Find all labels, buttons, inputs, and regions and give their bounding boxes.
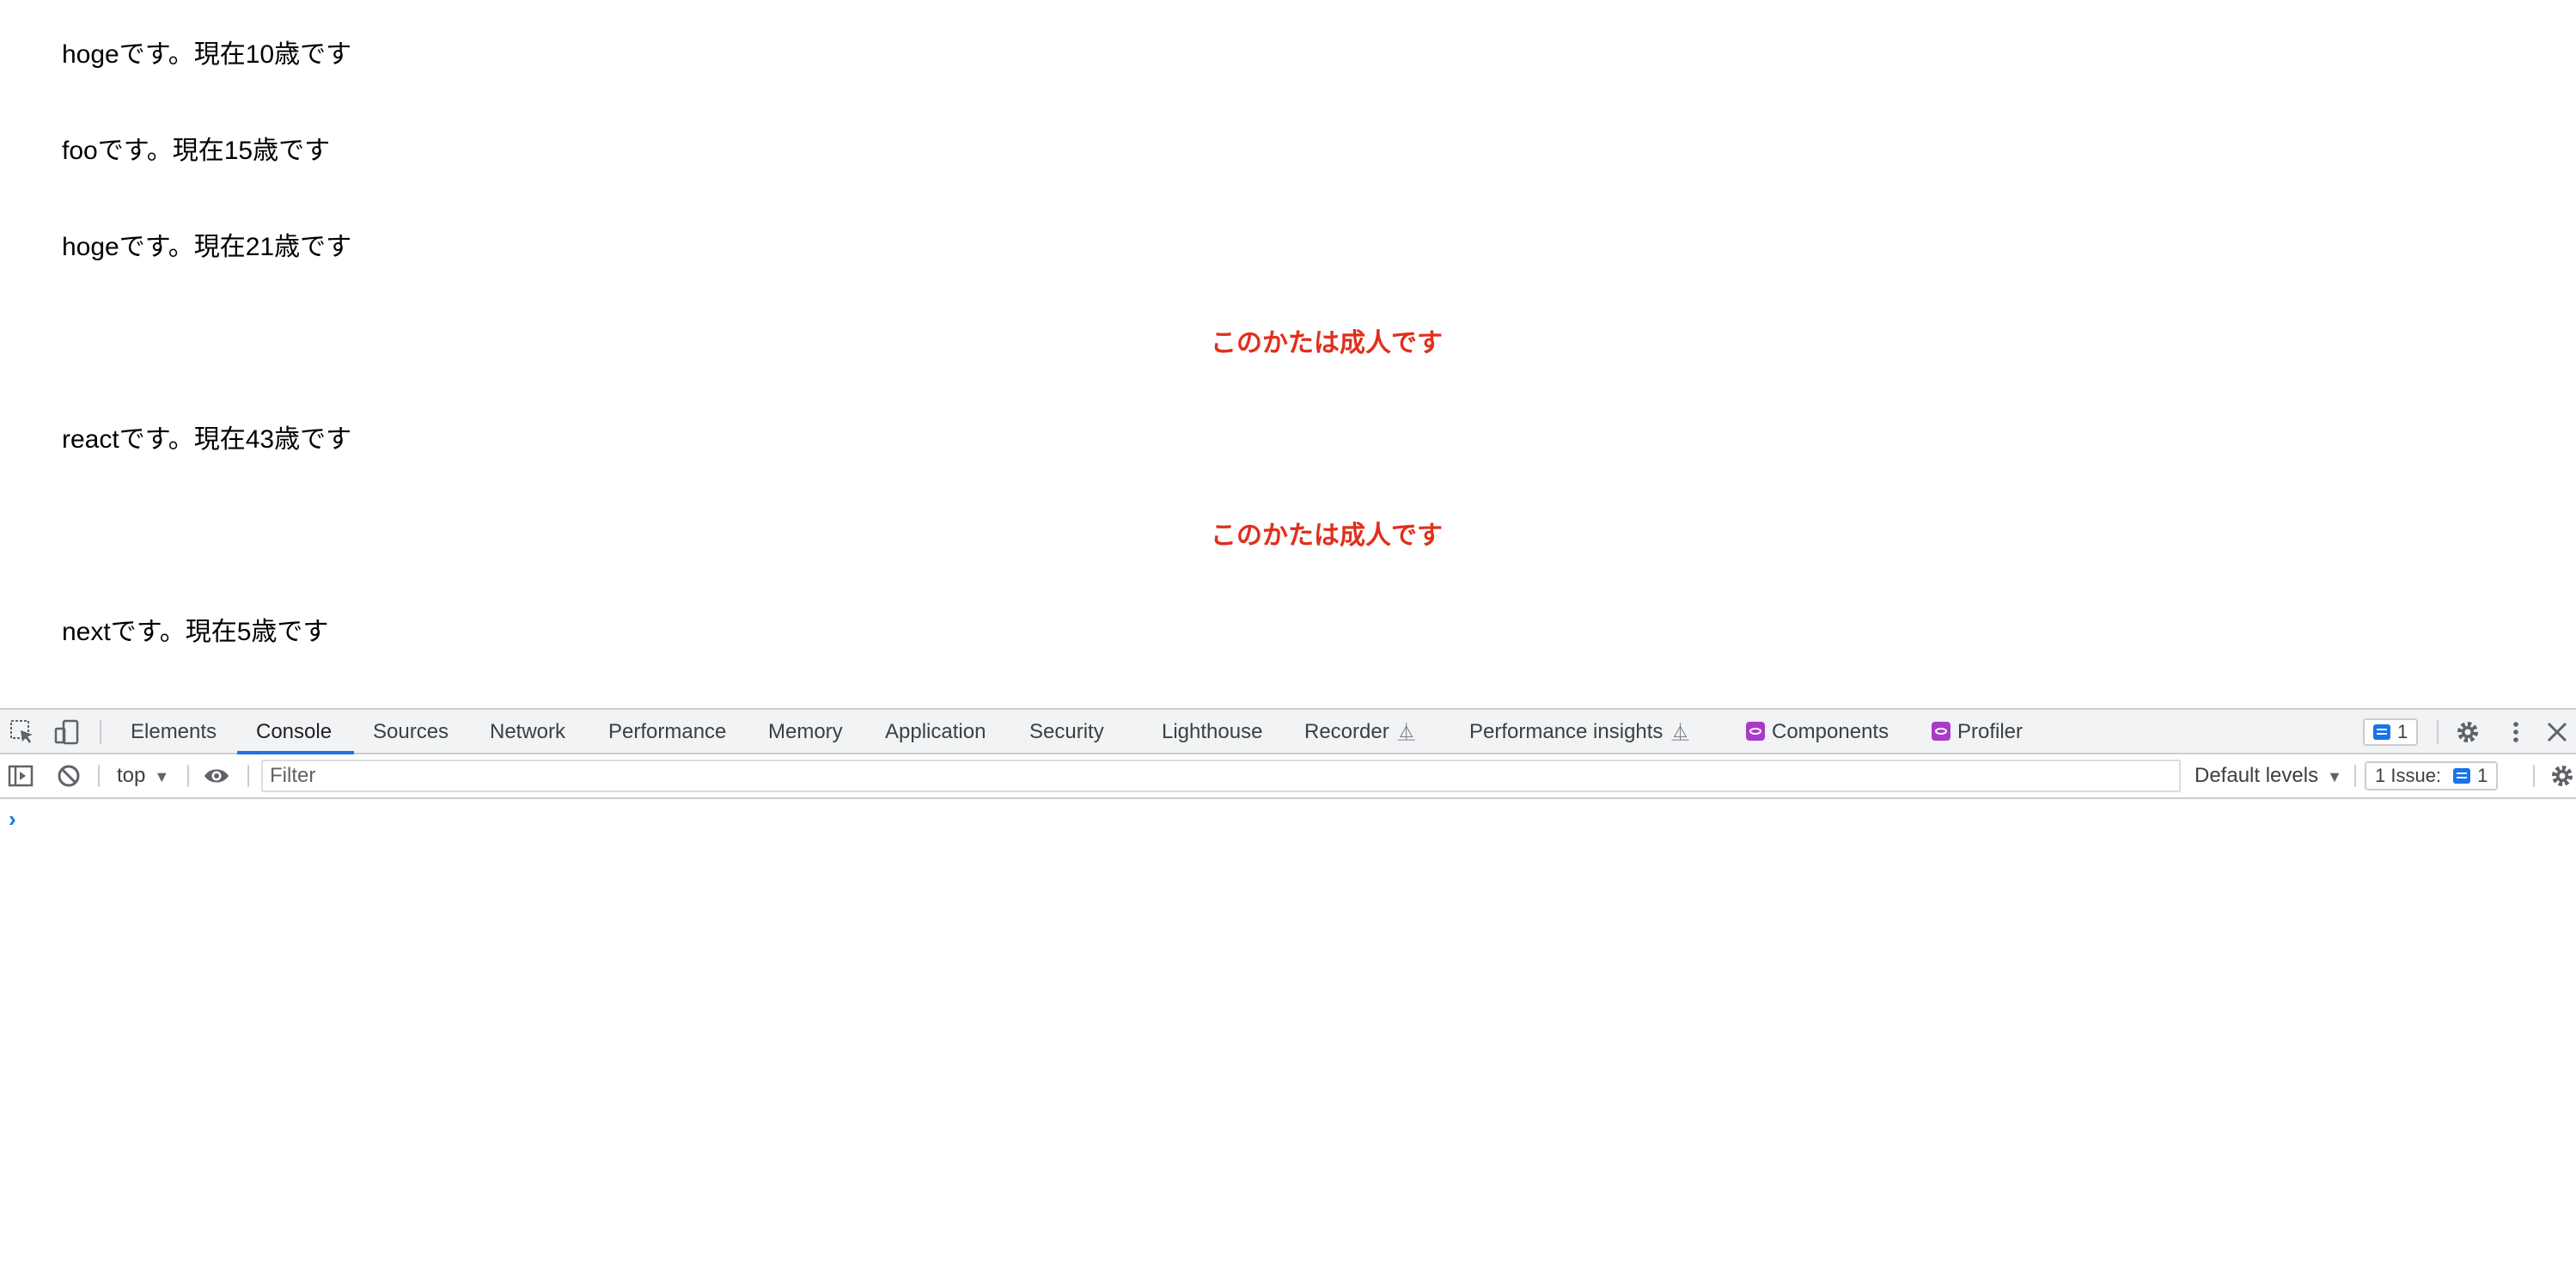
react-icon bbox=[1746, 722, 1765, 741]
device-toolbar-icon[interactable] bbox=[53, 718, 81, 746]
clear-console-icon[interactable] bbox=[55, 762, 82, 790]
issues-button[interactable]: 1 Issue: 1 bbox=[2365, 761, 2499, 791]
separator bbox=[2437, 720, 2439, 744]
tab-elements[interactable]: Elements bbox=[131, 710, 217, 754]
issues-label: 1 Issue: bbox=[2375, 765, 2442, 786]
experimental-flask-icon: ⏅ bbox=[1397, 723, 1415, 742]
separator bbox=[98, 765, 100, 787]
close-icon[interactable] bbox=[2543, 718, 2571, 746]
tab-performance-insights[interactable]: Performance insights ⏅ bbox=[1469, 710, 1688, 754]
sidebar-toggle-icon[interactable] bbox=[7, 762, 34, 790]
tab-components-label: Components bbox=[1772, 720, 1889, 743]
separator bbox=[187, 765, 189, 787]
log-levels-label: Default levels bbox=[2194, 764, 2319, 787]
separator bbox=[2533, 765, 2535, 787]
experimental-flask-icon: ⏅ bbox=[1671, 723, 1689, 742]
message-icon bbox=[2453, 768, 2471, 784]
context-selector[interactable]: top ▼ bbox=[117, 754, 169, 797]
page-content: hogeです。現在10歳です fooです。現在15歳です hogeです。現在21… bbox=[0, 0, 2576, 708]
context-label: top bbox=[117, 764, 146, 787]
tab-security[interactable]: Security bbox=[1029, 710, 1104, 754]
person-line: reactです。現在43歳です bbox=[62, 425, 352, 454]
console-settings-gear-icon[interactable] bbox=[2549, 762, 2576, 790]
tab-components[interactable]: Components bbox=[1746, 710, 1889, 754]
person-line: fooです。現在15歳です bbox=[62, 137, 331, 165]
devtools-panel: Elements Console Sources Network Perform… bbox=[0, 708, 2576, 1282]
tab-network[interactable]: Network bbox=[490, 710, 565, 754]
tab-memory[interactable]: Memory bbox=[768, 710, 843, 754]
tab-recorder[interactable]: Recorder ⏅ bbox=[1304, 710, 1415, 754]
adult-message: このかたは成人です bbox=[1211, 329, 1443, 357]
settings-gear-icon[interactable] bbox=[2454, 718, 2481, 746]
inspect-element-icon[interactable] bbox=[9, 718, 36, 746]
log-levels-dropdown[interactable]: Default levels ▼ bbox=[2194, 754, 2342, 797]
tab-sources[interactable]: Sources bbox=[373, 710, 449, 754]
person-line: hogeです。現在21歳です bbox=[62, 233, 352, 261]
console-toolbar: top ▼ Default levels ▼ 1 Issue: 1 bbox=[0, 754, 2576, 799]
live-expression-eye-icon[interactable] bbox=[203, 762, 230, 790]
more-options-icon[interactable] bbox=[2502, 718, 2530, 746]
tab-profiler-label: Profiler bbox=[1957, 720, 2024, 743]
dropdown-caret-icon: ▼ bbox=[154, 768, 170, 785]
separator bbox=[100, 720, 101, 744]
separator bbox=[247, 765, 249, 787]
dropdown-caret-icon: ▼ bbox=[2327, 768, 2342, 785]
person-line: hogeです。現在10歳です bbox=[62, 40, 352, 69]
separator bbox=[2354, 765, 2356, 787]
person-line: nextです。現在5歳です bbox=[62, 618, 329, 646]
adult-message: このかたは成人です bbox=[1211, 522, 1443, 550]
filter-input[interactable] bbox=[261, 760, 2181, 792]
tab-performance[interactable]: Performance bbox=[608, 710, 726, 754]
console-prompt[interactable]: › bbox=[9, 806, 16, 833]
issues-badge-count: 1 bbox=[2397, 721, 2408, 742]
message-icon bbox=[2373, 724, 2390, 740]
tab-console[interactable]: Console bbox=[256, 710, 332, 754]
tab-performance-insights-label: Performance insights bbox=[1469, 720, 1663, 743]
tab-application[interactable]: Application bbox=[885, 710, 986, 754]
tab-profiler[interactable]: Profiler bbox=[1932, 710, 2023, 754]
devtools-tabbar: Elements Console Sources Network Perform… bbox=[0, 708, 2576, 754]
issues-count: 1 bbox=[2477, 765, 2488, 786]
tab-recorder-label: Recorder bbox=[1304, 720, 1389, 743]
tab-lighthouse[interactable]: Lighthouse bbox=[1162, 710, 1262, 754]
issues-badge[interactable]: 1 bbox=[2363, 718, 2419, 746]
react-icon bbox=[1932, 722, 1950, 741]
